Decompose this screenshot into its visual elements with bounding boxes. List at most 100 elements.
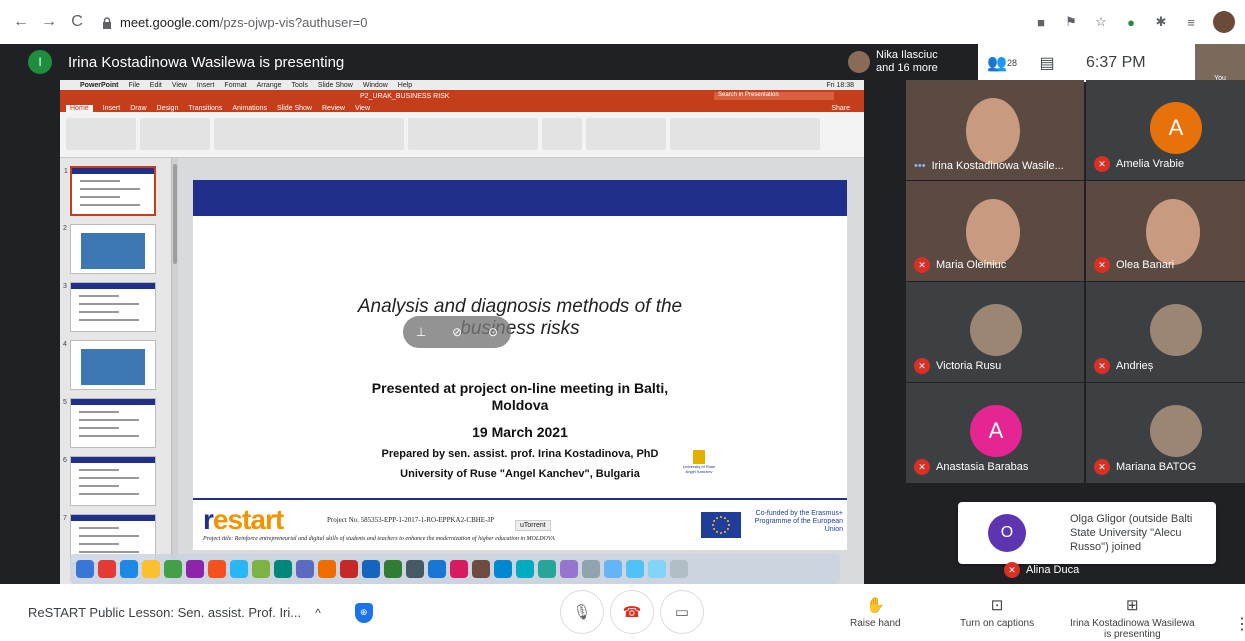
self-view-tile[interactable]: You [1195, 44, 1245, 82]
captions-button[interactable]: ⊡ Turn on captions [960, 596, 1034, 629]
participant-tile[interactable]: ✕ Olea Banari [1086, 181, 1245, 281]
participants-peek[interactable]: Nika Ilasciuc and 16 more [848, 44, 938, 80]
dock-app-icon[interactable] [472, 560, 490, 578]
mac-menu-item[interactable]: Help [398, 82, 412, 89]
participant-tile[interactable]: A ✕ Amelia Vrabie [1086, 80, 1245, 180]
ppt-tab[interactable]: Slide Show [277, 105, 312, 112]
raise-hand-button[interactable]: ✋ Raise hand [850, 596, 901, 629]
dock-app-icon[interactable] [296, 560, 314, 578]
camera-button[interactable]: ▭ [660, 590, 704, 634]
dock-app-icon[interactable] [516, 560, 534, 578]
participant-tile[interactable]: ••• Irina Kostadinowa Wasile... [906, 80, 1084, 180]
participant-tile[interactable]: ✕ Maria Oleiniuc [906, 181, 1084, 281]
dock-app-icon[interactable] [120, 560, 138, 578]
dock-app-icon[interactable] [560, 560, 578, 578]
profile-avatar[interactable] [1213, 11, 1235, 33]
mac-menu-item[interactable]: Arrange [257, 82, 282, 89]
mute-presentation-icon[interactable]: ⊘ [452, 325, 462, 339]
dock-app-icon[interactable] [362, 560, 380, 578]
dock-app-icon[interactable] [582, 560, 600, 578]
dock-app-icon[interactable] [626, 560, 644, 578]
pin-icon[interactable]: ⊥ [416, 325, 426, 339]
chat-button[interactable]: ▤ [1026, 53, 1068, 73]
mac-menu-item[interactable]: File [129, 82, 140, 89]
slide-thumbnail[interactable]: 3 [63, 282, 156, 332]
chevron-up-icon[interactable]: ^ [315, 606, 321, 620]
presentation-controls-pill[interactable]: ⊥ ⊘ ⊙ [403, 316, 511, 348]
dock-app-icon[interactable] [274, 560, 292, 578]
dock-app-icon[interactable] [230, 560, 248, 578]
dock-app-icon[interactable] [406, 560, 424, 578]
ppt-tab[interactable]: Animations [232, 105, 267, 112]
dock-app-icon[interactable] [494, 560, 512, 578]
mac-menu-item[interactable]: Window [363, 82, 388, 89]
more-options-icon[interactable]: ⋮ [1234, 614, 1245, 634]
dock-app-icon[interactable] [450, 560, 468, 578]
ribbon-font[interactable] [214, 118, 404, 150]
meeting-details-button[interactable]: ReSTART Public Lesson: Sen. assist. Prof… [28, 605, 301, 620]
mac-menu-item[interactable]: View [172, 82, 187, 89]
extension-green-icon[interactable]: ● [1123, 14, 1139, 30]
ppt-share-button[interactable]: Share [831, 105, 850, 112]
participant-tile[interactable]: ✕ Victoria Rusu [906, 282, 1084, 382]
dock-app-icon[interactable] [142, 560, 160, 578]
dock-app-icon[interactable] [252, 560, 270, 578]
dock-app-icon[interactable] [208, 560, 226, 578]
slide-thumbnail[interactable]: 4 [63, 340, 156, 390]
mac-menu-item[interactable]: Slide Show [318, 82, 353, 89]
participant-tile[interactable]: ✕ Mariana BATOG [1086, 383, 1245, 483]
dock-app-icon[interactable] [648, 560, 666, 578]
ribbon-clipboard[interactable] [66, 118, 136, 150]
ppt-tab[interactable]: Draw [130, 105, 146, 112]
lock-icon[interactable] [102, 16, 112, 29]
back-icon[interactable]: ← [10, 11, 32, 33]
ribbon-convert[interactable] [542, 118, 582, 150]
queue-icon[interactable]: ≡ [1183, 14, 1199, 30]
dock-app-icon[interactable] [538, 560, 556, 578]
presenting-button[interactable]: ⊞ Irina Kostadinowa Wasilewa is presenti… [1070, 596, 1195, 640]
dock-app-icon[interactable] [98, 560, 116, 578]
dock-app-icon[interactable] [340, 560, 358, 578]
dock-app-icon[interactable] [318, 560, 336, 578]
camera-status-icon[interactable]: ■ [1033, 14, 1049, 30]
dock-app-icon[interactable] [670, 560, 688, 578]
slide-thumbnail[interactable]: 5 [63, 398, 156, 448]
mac-menu-item[interactable]: Format [224, 82, 246, 89]
mac-menu-item[interactable]: PowerPoint [80, 82, 119, 89]
ppt-search[interactable]: Search in Presentation [714, 92, 834, 100]
puzzle-icon[interactable]: ✱ [1153, 14, 1169, 30]
ppt-tab[interactable]: Transitions [188, 105, 222, 112]
ribbon-paragraph[interactable] [408, 118, 538, 150]
mac-menu-item[interactable]: Tools [292, 82, 308, 89]
slide-thumbnail[interactable]: 6 [63, 456, 156, 506]
ppt-tab[interactable]: Insert [103, 105, 121, 112]
reload-icon[interactable]: C [66, 11, 88, 33]
microphone-button[interactable]: 🎙 [560, 590, 604, 634]
mac-menu-item[interactable]: Edit [150, 82, 162, 89]
ppt-tab[interactable]: Home [66, 105, 93, 112]
dock-app-icon[interactable] [76, 560, 94, 578]
forward-icon[interactable]: → [38, 11, 60, 33]
ribbon-drawing[interactable] [670, 118, 820, 150]
ppt-tab[interactable]: Review [322, 105, 345, 112]
dock-app-icon[interactable] [186, 560, 204, 578]
expand-icon[interactable]: ⊙ [488, 325, 498, 339]
people-button[interactable]: 👥 28 [978, 53, 1026, 73]
dock-app-icon[interactable] [384, 560, 402, 578]
participant-tile[interactable]: A ✕ Anastasia Barabas [906, 383, 1084, 483]
thumb-scroll-handle[interactable] [173, 164, 177, 264]
translate-icon[interactable]: ⚑ [1063, 14, 1079, 30]
mac-menu-item[interactable]: Insert [197, 82, 215, 89]
ppt-tab[interactable]: View [355, 105, 370, 112]
dock-app-icon[interactable] [428, 560, 446, 578]
ribbon-slides[interactable] [140, 118, 210, 150]
host-controls-icon[interactable]: ⊕ [354, 602, 373, 623]
slide-thumbnail[interactable]: 1 [64, 166, 156, 216]
ppt-tab[interactable]: Design [157, 105, 179, 112]
address-bar[interactable]: meet.google.com/pzs-ojwp-vis?authuser=0 [120, 15, 368, 30]
dock-app-icon[interactable] [164, 560, 182, 578]
leave-call-button[interactable]: ☎ [610, 590, 654, 634]
dock-app-icon[interactable] [604, 560, 622, 578]
slide-thumbnail[interactable]: 2 [63, 224, 156, 274]
participant-tile[interactable]: ✕ Andrieș [1086, 282, 1245, 382]
